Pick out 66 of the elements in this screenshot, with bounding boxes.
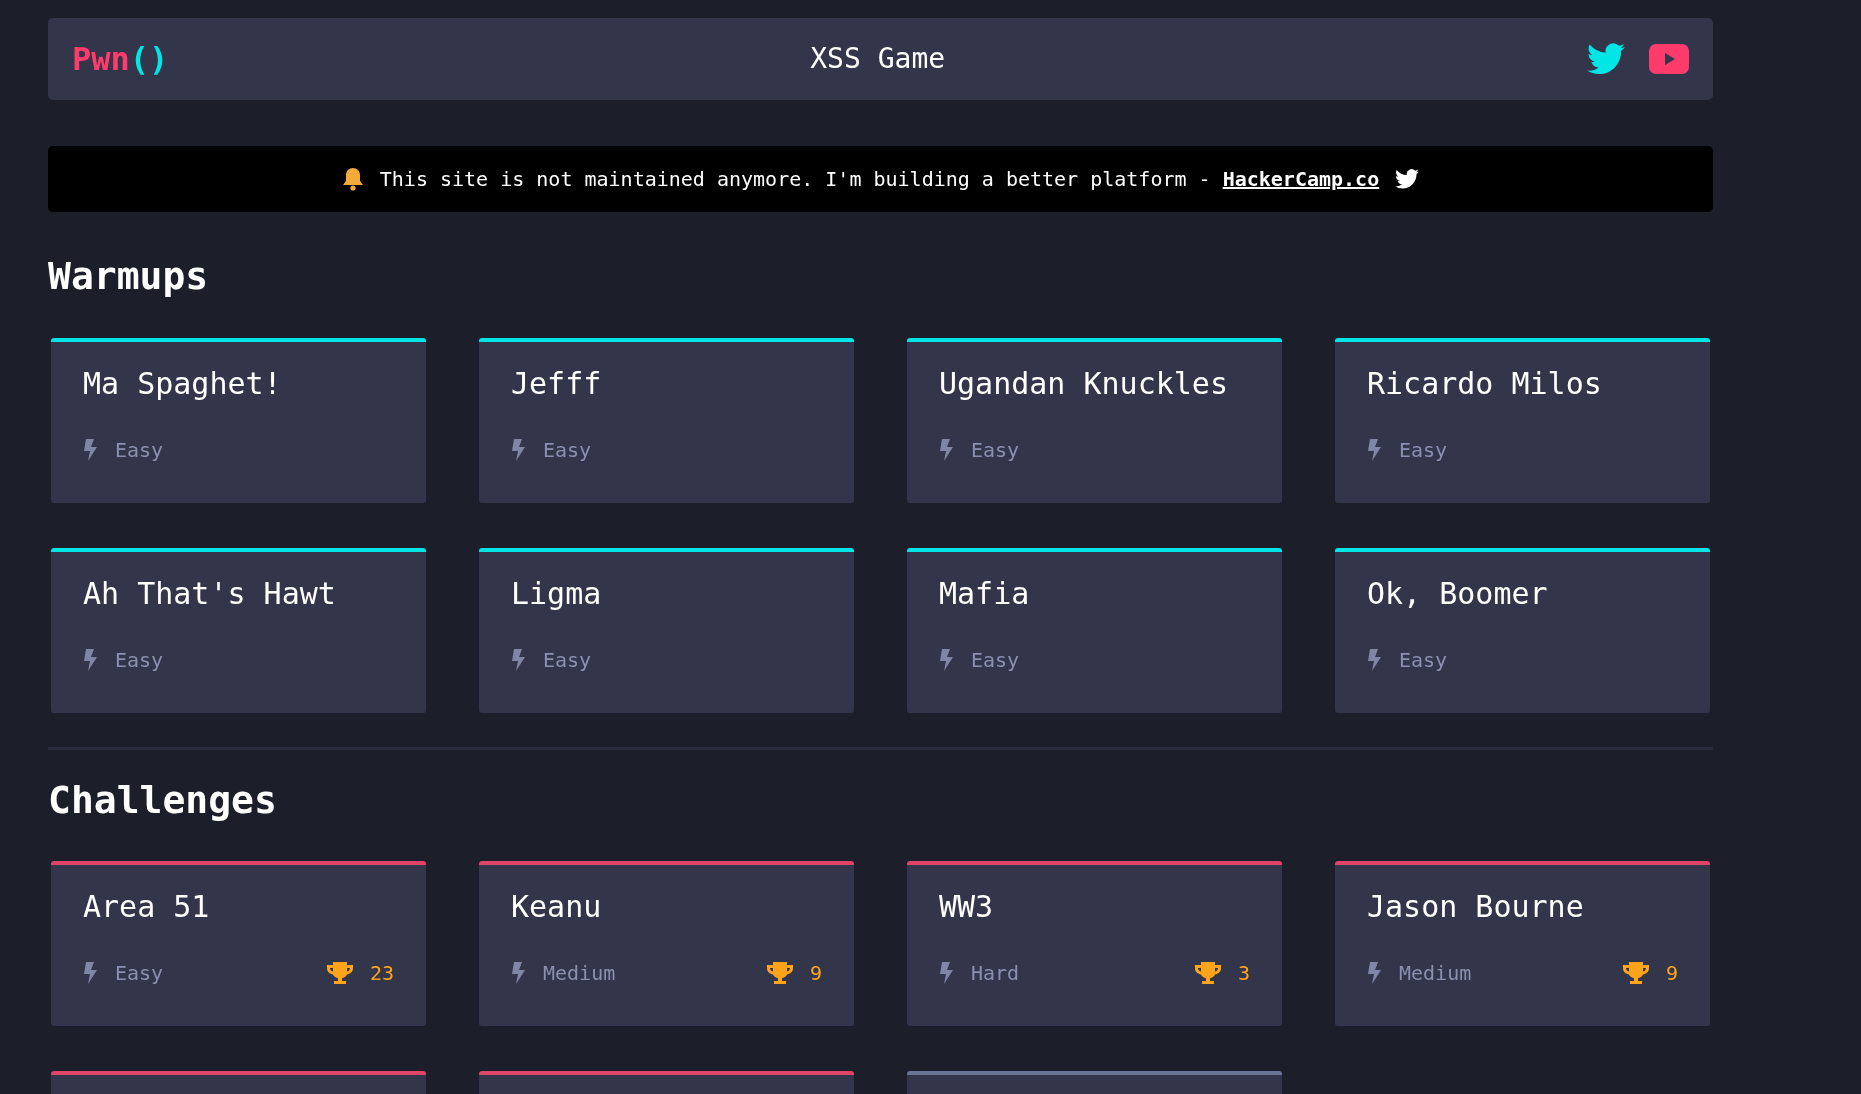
- challenge-card[interactable]: Jason Bourne Medium 9: [1335, 861, 1710, 1027]
- difficulty-label: Easy: [115, 646, 164, 674]
- lightning-bolt-icon: [1367, 962, 1383, 985]
- challenge-card[interactable]: Ma Spaghet! Easy: [51, 337, 426, 503]
- difficulty-label: Easy: [1399, 436, 1448, 464]
- challenge-card[interactable]: Jefff Easy: [479, 337, 854, 503]
- lightning-bolt-icon: [511, 962, 527, 985]
- card-title: Ricardo Milos: [1367, 364, 1603, 403]
- challenge-card[interactable]: Ligma Easy: [479, 547, 854, 713]
- trophy-icon: [325, 961, 354, 986]
- difficulty-label: Medium: [543, 960, 616, 988]
- trophy-icon: [1621, 961, 1650, 986]
- challenge-card[interactable]: Mafia Easy: [907, 547, 1282, 713]
- lightning-bolt-icon: [939, 438, 955, 461]
- card-title: Ah That's Hawt: [83, 574, 337, 613]
- solve-count: 9: [1665, 960, 1678, 988]
- challenge-card[interactable]: Ugandan Knuckles Easy: [907, 337, 1282, 503]
- card-title: Mafia: [939, 574, 1031, 613]
- twitter-bird-icon[interactable]: [1587, 43, 1625, 75]
- challenge-card[interactable]: WW3 Hard 3: [907, 861, 1282, 1027]
- solve-count: 9: [809, 960, 822, 988]
- video-play-icon[interactable]: [1649, 44, 1689, 74]
- difficulty-label: Easy: [971, 436, 1020, 464]
- section-heading: Warmups: [48, 254, 210, 300]
- card-title: Jason Bourne: [1367, 888, 1585, 927]
- difficulty-label: Easy: [971, 646, 1020, 674]
- lightning-bolt-icon: [511, 648, 527, 671]
- card-title: Jefff: [511, 364, 603, 403]
- lightning-bolt-icon: [83, 648, 99, 671]
- lightning-bolt-icon: [1367, 648, 1383, 671]
- trophy-icon: [765, 961, 794, 986]
- card-title: WW3: [939, 888, 995, 927]
- solve-count: 3: [1237, 960, 1250, 988]
- section-heading: Challenges: [48, 777, 278, 824]
- card-title: Area 51: [83, 888, 211, 927]
- bell-icon: [341, 167, 364, 191]
- logo[interactable]: Pwn(): [72, 35, 169, 83]
- notice-text: This site is not maintained anymore. I'm building a better platform -: [379, 166, 1212, 193]
- lightning-bolt-icon: [511, 438, 527, 461]
- difficulty-label: Easy: [115, 436, 164, 464]
- lightning-bolt-icon: [1367, 438, 1383, 461]
- difficulty-label: Easy: [543, 436, 592, 464]
- trophy-icon: [1193, 961, 1222, 986]
- card-title: Ma Spaghet!: [83, 364, 283, 403]
- challenge-card[interactable]: Ricardo Milos Easy: [1335, 337, 1710, 503]
- difficulty-label: Easy: [115, 960, 164, 988]
- site-link[interactable]: HackerCamp.co: [1222, 164, 1380, 194]
- difficulty-label: Easy: [1399, 646, 1448, 674]
- twitter-bird-icon[interactable]: [1395, 169, 1420, 189]
- challenge-card[interactable]: Keanu Medium 9: [479, 861, 854, 1027]
- lightning-bolt-icon: [939, 962, 955, 985]
- card-title: Ligma: [511, 574, 603, 613]
- card-title: Keanu: [511, 888, 603, 927]
- lightning-bolt-icon: [83, 962, 99, 985]
- challenge-card[interactable]: Ah That's Hawt Easy: [51, 547, 426, 713]
- lightning-bolt-icon: [939, 648, 955, 671]
- difficulty-label: Hard: [971, 960, 1020, 988]
- difficulty-label: Medium: [1399, 960, 1472, 988]
- card-title: Ugandan Knuckles: [939, 364, 1229, 403]
- challenge-card[interactable]: Area 51 Easy 23: [51, 861, 426, 1027]
- difficulty-label: Easy: [543, 646, 592, 674]
- page-title: XSS Game: [810, 41, 946, 77]
- solve-count: 23: [369, 960, 394, 988]
- card-title: Ok, Boomer: [1367, 574, 1549, 613]
- challenge-card[interactable]: Ok, Boomer Easy: [1335, 547, 1710, 713]
- lightning-bolt-icon: [83, 438, 99, 461]
